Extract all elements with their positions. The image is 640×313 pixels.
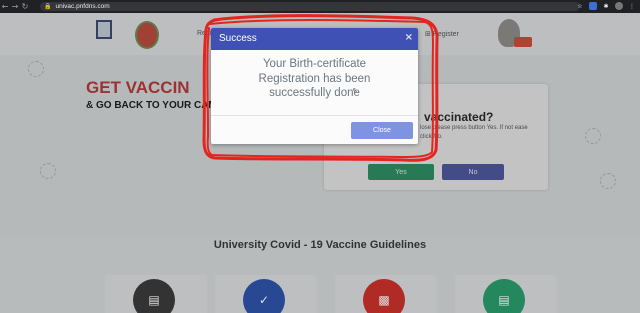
modal-header: Success × bbox=[211, 28, 418, 50]
modal-message-line: successfully done bbox=[269, 87, 360, 99]
url-text[interactable]: univac.pnfdns.com bbox=[55, 3, 109, 10]
reload-icon[interactable]: ↻ bbox=[20, 2, 30, 11]
close-icon[interactable]: × bbox=[405, 32, 413, 43]
modal-title: Success bbox=[219, 33, 257, 44]
modal-message: Your Birth-certificate Registration has … bbox=[211, 57, 418, 101]
lock-icon[interactable]: 🔒 bbox=[44, 3, 51, 10]
success-modal: Success × Your Birth-certificate Registr… bbox=[211, 28, 418, 144]
forward-icon[interactable]: → bbox=[10, 2, 20, 11]
star-icon[interactable]: ☆ bbox=[576, 2, 584, 10]
extension-icons: ☆ ✱ ⋮ bbox=[576, 2, 636, 10]
modal-message-line: Your Birth-certificate bbox=[262, 58, 367, 70]
profile-avatar[interactable] bbox=[615, 2, 623, 10]
close-button[interactable]: Close bbox=[351, 122, 413, 139]
modal-divider bbox=[211, 115, 418, 116]
modal-message-line: Registration has been bbox=[258, 72, 371, 85]
translate-icon[interactable] bbox=[589, 2, 597, 10]
browser-toolbar: ← → ↻ 🔒 univac.pnfdns.com ☆ ✱ ⋮ bbox=[0, 0, 640, 13]
back-icon[interactable]: ← bbox=[0, 2, 10, 11]
address-bar[interactable]: 🔒 univac.pnfdns.com bbox=[40, 2, 580, 11]
puzzle-icon[interactable]: ✱ bbox=[602, 2, 610, 10]
mouse-cursor-icon: ↖ bbox=[352, 86, 359, 95]
menu-icon[interactable]: ⋮ bbox=[628, 2, 636, 10]
